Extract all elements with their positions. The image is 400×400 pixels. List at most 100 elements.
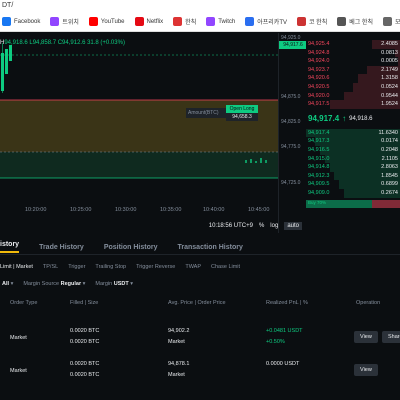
bid-row[interactable]: 94,915.0 2.1105 [306,154,400,164]
filled-cell: 0.0020 BTC [70,328,100,334]
order-price-cell: Market [168,372,185,378]
pct-toggle[interactable]: % [259,223,264,229]
last-price-arrow-icon: ↑ [342,114,347,124]
tab-trade-history[interactable]: Trade History [39,244,84,251]
price-chart[interactable]: Amount(BTC) Open Long 94,658.3 [0,33,278,233]
bookmark-favicon-icon [245,17,255,26]
ask-row[interactable]: 94,923.7 2.1749 [306,65,400,75]
bid-row[interactable]: 94,909.0 0.2674 [306,188,400,198]
bookmark-label: 베그 한칙 [349,20,373,26]
bookmark-label: Facebook [14,18,41,25]
log-toggle[interactable]: log [270,223,278,229]
bid-row[interactable]: 94,917.3 0.0174 [306,137,400,146]
bid-price: 94,916.5 [308,146,330,153]
order-price-cell: Market [168,339,185,345]
avg-price-cell: 94,902.2 [168,328,190,334]
bid-price: 94,917.4 [308,129,330,136]
all-filter[interactable]: All ▾ [2,281,13,287]
ask-row[interactable]: 94,920.5 0.0524 [306,82,400,92]
bookmarks-bar: Facebook 트위치 YouTube Netflix 한칙 Twitch 아프리카TV 코… [0,12,400,32]
subtab-trigger-reverse[interactable]: Trigger Reverse [136,264,175,270]
pnl-pct-cell: +0.50% [266,339,285,345]
bookmark-item[interactable]: YouTube [88,17,125,26]
auto-toggle[interactable]: auto [284,222,302,230]
view-button[interactable]: View [354,331,378,343]
bookmark-item[interactable]: 한칙 [173,17,196,26]
chevron-down-icon: ▾ [130,281,134,287]
bookmark-item[interactable]: 베그 한칙 [337,17,373,26]
ohlc-readout: H94,918.6 L94,858.7 C94,912.6 31.8 (+0.0… [0,40,125,46]
ask-row[interactable]: 94,917.5 1.9524 [306,100,400,109]
bid-row[interactable]: 94,916.5 0.2048 [306,145,400,155]
col-pnl: Realized PnL | % [266,300,308,306]
ask-qty: 0.9544 [381,92,398,99]
subtab-trigger[interactable]: Trigger [68,264,85,270]
ask-row[interactable]: 94,924.0 0.0005 [306,57,400,66]
subtab-twap[interactable]: TWAP [185,264,201,270]
ask-price: 94,924.8 [308,49,330,56]
time-tick: 10:45:00 [248,207,270,213]
position-amount-label[interactable]: Amount(BTC) [186,108,226,118]
bookmark-item[interactable]: Netflix [134,17,163,26]
bookmark-item[interactable]: 모바일차 한칙 [382,17,400,26]
subtab-trailing-stop[interactable]: Trailing Stop [95,264,126,270]
bid-row[interactable]: 94,912.3 1.8545 [306,171,400,181]
subtab-limit-market[interactable]: Limit | Market [0,264,33,270]
ask-row[interactable]: 94,920.6 1.3158 [306,74,400,83]
margin-filter[interactable]: Margin USDT ▾ [95,281,133,287]
share-button[interactable]: Share [382,331,400,343]
bid-qty: 0.6899 [381,181,398,188]
tab-order-history[interactable]: istory [0,241,20,253]
trading-screen: DT/ Facebook 트위치 YouTube Netflix 한칙 Twitch 아프리… [0,0,400,400]
bid-price: 94,909.0 [308,189,330,196]
candle [9,45,12,61]
bid-price: 94,917.3 [308,138,330,145]
ask-price: 94,923.7 [308,66,330,73]
ask-qty: 2.1749 [381,66,398,73]
ask-list: 94,925.4 2.4085 94,924.8 0.0813 94,924.0 0.00… [306,40,400,109]
bookmark-item[interactable]: 코 한칙 [296,17,327,26]
tab-position-history[interactable]: Position History [104,244,158,251]
ask-qty: 1.3158 [381,75,398,82]
bid-price: 94,909.5 [308,181,330,188]
ohlc-values: 94,918.6 L94,858.7 C94,912.6 31.8 (+0.03… [4,40,125,46]
tab-transaction-history[interactable]: Transaction History [178,244,243,251]
bookmark-item[interactable]: 트위치 [50,17,79,26]
bookmark-favicon-icon [382,17,392,26]
price-axis[interactable]: 94,917.6 94,925.0 94,875.0 94,825.0 94,7… [278,33,307,233]
bid-row[interactable]: 94,914.8 2.8063 [306,163,400,172]
ask-price: 94,920.0 [308,92,330,99]
price-tick: 94,725.0 [281,180,301,186]
bookmark-label: 트위치 [62,20,79,26]
time-axis: 10:20:00 10:25:00 10:30:00 10:35:00 10:4… [0,205,306,217]
position-price-tag[interactable]: 94,658.3 [226,113,258,121]
chart-canvas[interactable] [0,33,278,233]
ask-row[interactable]: 94,920.0 0.9544 [306,91,400,101]
url-bar[interactable]: DT/ [0,0,400,12]
bookmark-item[interactable]: Facebook [2,17,40,26]
bid-qty: 0.2048 [381,146,398,153]
position-open-long-tag[interactable]: Open Long [226,105,258,113]
subtab-chase-limit[interactable]: Chase Limit [211,264,240,270]
bid-price: 94,915.0 [308,155,330,162]
ask-price: 94,917.5 [308,101,330,108]
history-tabs: istory Trade History Position History Tr… [0,240,400,255]
pnl-cell: 0.0000 USDT [266,361,300,367]
bid-row[interactable]: 94,917.4 11.6340 [306,128,400,138]
time-tick: 10:20:00 [25,207,47,213]
col-operation: Operation [356,300,381,306]
bookmark-label: 한칙 [185,20,197,26]
subtab-tpsl[interactable]: TP/SL [43,264,58,270]
bookmark-item[interactable]: 아프리카TV [245,17,287,26]
bid-row[interactable]: 94,909.5 0.6899 [306,180,400,189]
view-button[interactable]: View [354,364,378,376]
ask-row[interactable]: 94,925.4 2.4085 [306,40,400,49]
bookmark-item[interactable]: Twitch [206,17,235,26]
margin-source-filter[interactable]: Margin Source Regular ▾ [23,281,85,287]
ask-qty: 1.9524 [381,101,398,108]
bid-price: 94,912.3 [308,172,330,179]
bid-qty: 2.8063 [381,164,398,171]
price-tick: 94,875.0 [281,94,301,100]
ask-row[interactable]: 94,924.8 0.0813 [306,48,400,58]
col-price: Avg. Price | Order Price [168,300,226,306]
